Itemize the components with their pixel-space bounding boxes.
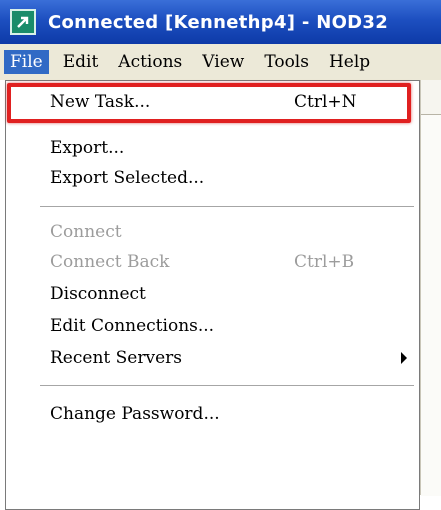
menu-edit[interactable]: Edit: [57, 50, 105, 74]
menu-item-label: Disconnect: [50, 284, 146, 304]
background-window-edge: [420, 80, 441, 496]
menu-item-label: Export...: [50, 138, 125, 158]
menu-actions[interactable]: Actions: [112, 50, 188, 74]
menu-tools[interactable]: Tools: [258, 50, 315, 74]
menu-item-label: Edit Connections...: [50, 316, 215, 336]
arrow-icon: [17, 16, 29, 28]
menu-file[interactable]: File: [4, 50, 49, 74]
menu-separator: [40, 206, 414, 207]
menu-view[interactable]: View: [196, 50, 250, 74]
menu-item-export[interactable]: Export...: [6, 133, 419, 163]
menu-item-label: Recent Servers: [50, 348, 182, 368]
menu-bar: File Edit Actions View Tools Help: [0, 44, 441, 80]
app-icon: [10, 9, 36, 35]
menu-item-label: Change Password...: [50, 404, 220, 424]
menu-item-label: Connect: [50, 222, 122, 242]
window-title: Connected [Kennethp4] - NOD32: [48, 11, 389, 33]
menu-item-disconnect[interactable]: Disconnect: [6, 279, 419, 309]
menu-item-label: Connect Back: [50, 252, 170, 272]
menu-item-shortcut: Ctrl+B: [294, 252, 355, 272]
menu-item-change-password[interactable]: Change Password...: [6, 399, 419, 429]
menu-item-connect-back[interactable]: Connect Back Ctrl+B: [6, 247, 419, 277]
menu-item-edit-connections[interactable]: Edit Connections...: [6, 311, 419, 341]
file-menu-dropdown: New Task... Ctrl+N Export... Export Sele…: [5, 80, 420, 510]
title-bar: Connected [Kennethp4] - NOD32: [0, 0, 441, 44]
background-pane: [421, 114, 441, 496]
menu-item-connect[interactable]: Connect: [6, 217, 419, 247]
menu-item-recent-servers[interactable]: Recent Servers: [6, 343, 419, 373]
menu-item-export-selected[interactable]: Export Selected...: [6, 163, 419, 193]
submenu-arrow-icon: [401, 352, 407, 364]
menu-help[interactable]: Help: [323, 50, 376, 74]
menu-item-label: Export Selected...: [50, 168, 205, 188]
menu-separator: [40, 385, 414, 386]
highlight-box: [7, 83, 411, 123]
